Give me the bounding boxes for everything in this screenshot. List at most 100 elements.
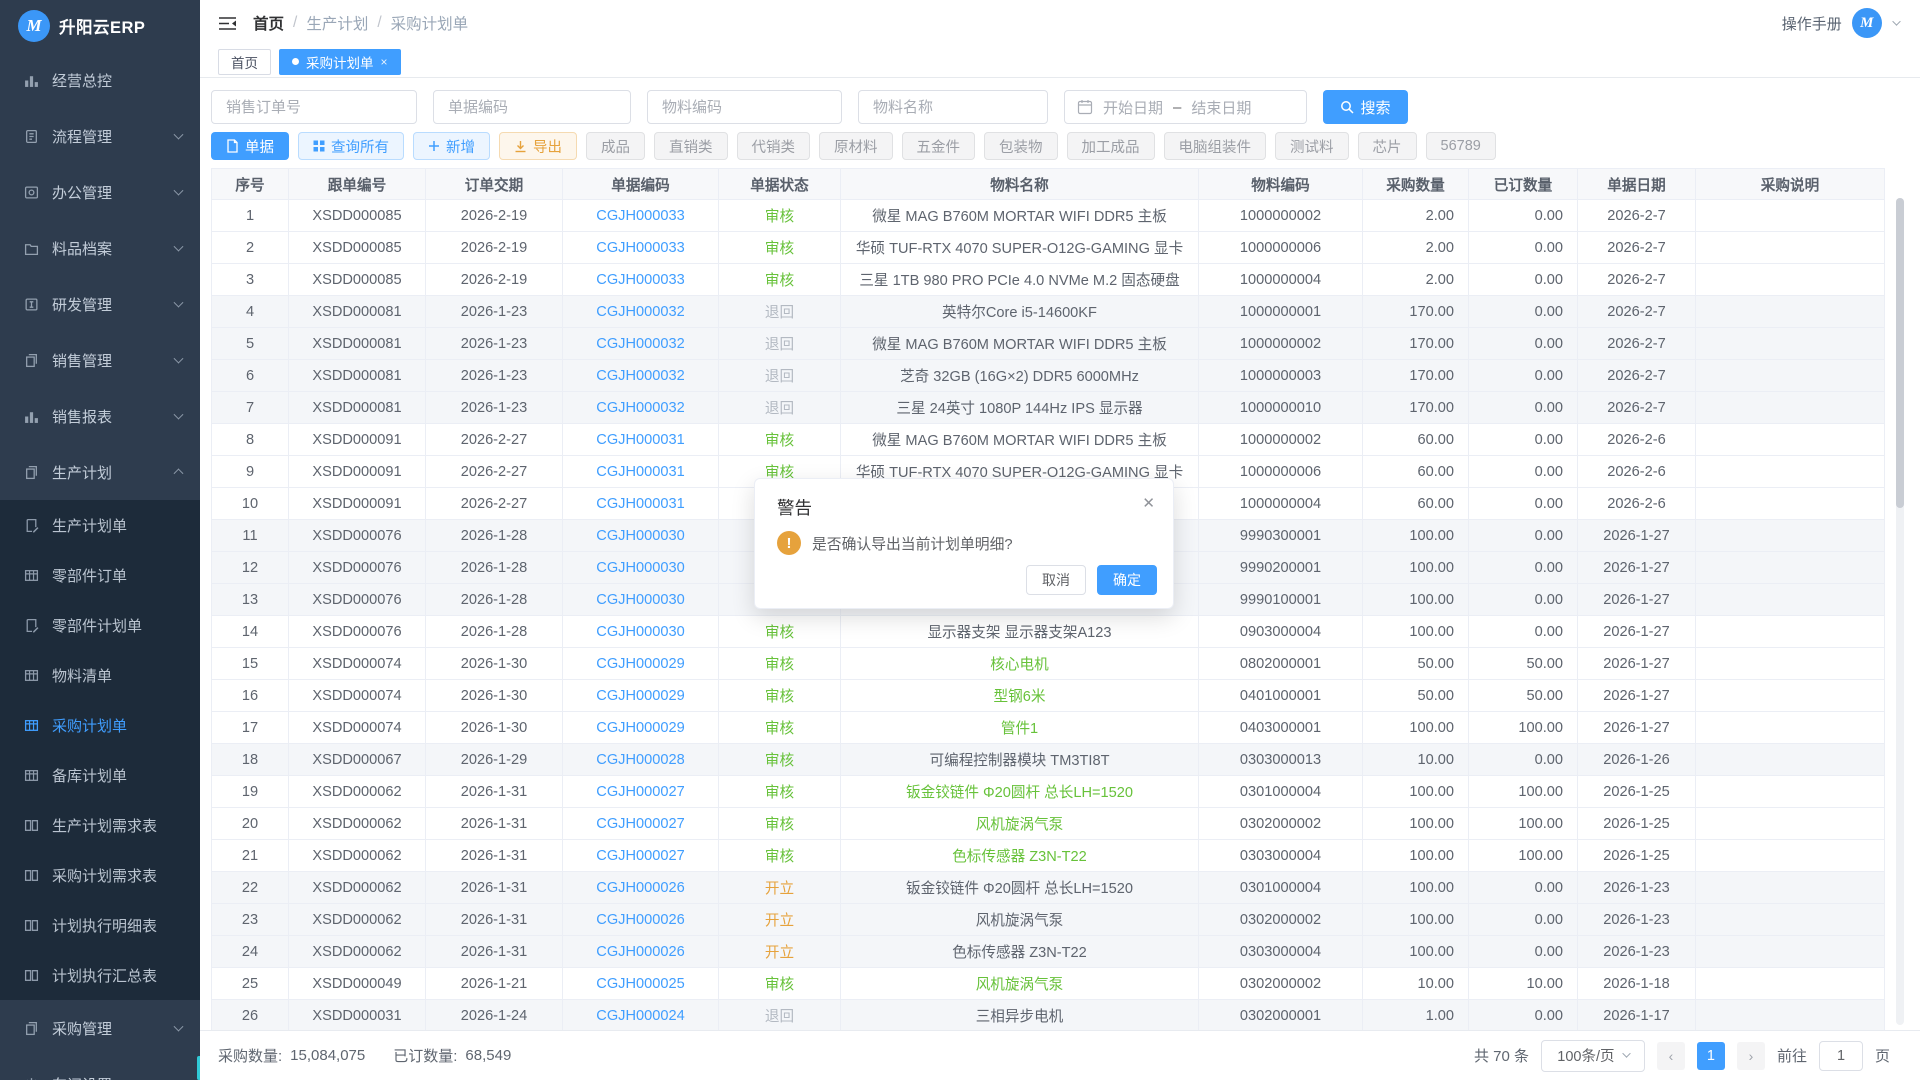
sidebar-item-plan-exec-summary[interactable]: 计划执行汇总表 (0, 950, 200, 1000)
doc-no-link[interactable]: CGJH000032 (596, 336, 684, 352)
sidebar-item-rd-mgmt[interactable]: 研发管理 (0, 276, 200, 332)
add-button[interactable]: 新增 (413, 132, 490, 160)
doc-no-link[interactable]: CGJH000029 (596, 720, 684, 736)
current-page-button[interactable]: 1 (1697, 1042, 1725, 1070)
doc-code-input[interactable] (433, 90, 631, 124)
table-row[interactable]: 4XSDD0000812026-1-23CGJH000032退回英特尔Core … (212, 295, 1884, 327)
doc-no-link[interactable]: CGJH000028 (596, 752, 684, 768)
doc-no-link[interactable]: CGJH000030 (596, 560, 684, 576)
doc-no-link[interactable]: CGJH000030 (596, 592, 684, 608)
table-row[interactable]: 16XSDD0000742026-1-30CGJH000029审核型钢6米040… (212, 679, 1884, 711)
breadcrumb-production-plan[interactable]: 生产计划 (306, 12, 368, 34)
table-row[interactable]: 17XSDD0000742026-1-30CGJH000029审核管件10403… (212, 711, 1884, 743)
category-button-原材料[interactable]: 原材料 (819, 132, 893, 160)
doc-no-link[interactable]: CGJH000031 (596, 432, 684, 448)
doc-no-link[interactable]: CGJH000032 (596, 400, 684, 416)
sidebar-item-dashboard[interactable]: 经营总控 (0, 52, 200, 108)
next-page-button[interactable]: › (1737, 1042, 1765, 1070)
table-row[interactable]: 23XSDD0000622026-1-31CGJH000026开立风机旋涡气泵0… (212, 903, 1884, 935)
page-size-select[interactable]: 100条/页 (1541, 1040, 1645, 1072)
user-avatar[interactable]: M (1852, 8, 1882, 38)
date-range-picker[interactable]: 开始日期 – 结束日期 (1064, 90, 1307, 124)
doc-no-link[interactable]: CGJH000026 (596, 880, 684, 896)
sidebar-item-sales-report[interactable]: 销售报表 (0, 388, 200, 444)
doc-no-link[interactable]: CGJH000033 (596, 208, 684, 224)
tab-close-icon[interactable]: × (381, 56, 388, 68)
doc-no-link[interactable]: CGJH000031 (596, 496, 684, 512)
sidebar-item-production-plan[interactable]: 生产计划 (0, 444, 200, 500)
category-button-五金件[interactable]: 五金件 (902, 132, 976, 160)
sidebar-item-stock-plan-order[interactable]: 备库计划单 (0, 750, 200, 800)
category-button-代销类[interactable]: 代销类 (737, 132, 811, 160)
material-code-input[interactable] (647, 90, 842, 124)
sidebar-item-parts-order[interactable]: 零部件订单 (0, 550, 200, 600)
doc-no-link[interactable]: CGJH000027 (596, 816, 684, 832)
material-name-input[interactable] (858, 90, 1048, 124)
doc-no-link[interactable]: CGJH000032 (596, 368, 684, 384)
sidebar-item-parts-plan-order[interactable]: 零部件计划单 (0, 600, 200, 650)
export-button[interactable]: 导出 (499, 132, 577, 160)
doc-no-link[interactable]: CGJH000033 (596, 272, 684, 288)
table-row[interactable]: 19XSDD0000622026-1-31CGJH000027审核钣金铰链件 Φ… (212, 775, 1884, 807)
document-button[interactable]: 单据 (211, 132, 289, 160)
table-row[interactable]: 8XSDD0000912026-2-27CGJH000031审核微星 MAG B… (212, 423, 1884, 455)
table-row[interactable]: 24XSDD0000622026-1-31CGJH000026开立色标传感器 Z… (212, 935, 1884, 967)
table-row[interactable]: 7XSDD0000812026-1-23CGJH000032退回三星 24英寸 … (212, 391, 1884, 423)
sidebar-item-workshop-settings[interactable]: 车间设置 (0, 1056, 200, 1080)
doc-no-link[interactable]: CGJH000025 (596, 976, 684, 992)
prev-page-button[interactable]: ‹ (1657, 1042, 1685, 1070)
sidebar-item-sales-mgmt[interactable]: 销售管理 (0, 332, 200, 388)
table-row[interactable]: 15XSDD0000742026-1-30CGJH000029审核核心电机080… (212, 647, 1884, 679)
doc-no-link[interactable]: CGJH000026 (596, 944, 684, 960)
breadcrumb-home[interactable]: 首页 (253, 12, 284, 34)
sidebar-item-plan-exec-detail[interactable]: 计划执行明细表 (0, 900, 200, 950)
doc-no-link[interactable]: CGJH000027 (596, 848, 684, 864)
category-button-电脑组装件[interactable]: 电脑组装件 (1164, 132, 1267, 160)
category-button-直销类[interactable]: 直销类 (654, 132, 728, 160)
cancel-button[interactable]: 取消 (1026, 565, 1086, 595)
category-button-成品[interactable]: 成品 (586, 132, 645, 160)
table-row[interactable]: 1XSDD0000852026-2-19CGJH000033审核微星 MAG B… (212, 199, 1884, 231)
sidebar-item-production-plan-order[interactable]: 生产计划单 (0, 500, 200, 550)
doc-no-link[interactable]: CGJH000029 (596, 656, 684, 672)
doc-no-link[interactable]: CGJH000029 (596, 688, 684, 704)
goto-page-input[interactable] (1819, 1041, 1863, 1071)
doc-no-link[interactable]: CGJH000033 (596, 240, 684, 256)
table-row[interactable]: 5XSDD0000812026-1-23CGJH000032退回微星 MAG B… (212, 327, 1884, 359)
sidebar-item-purchase-plan-order[interactable]: 采购计划单 (0, 700, 200, 750)
collapse-sidebar-icon[interactable] (218, 16, 237, 31)
search-button[interactable]: 搜索 (1323, 90, 1408, 124)
table-row[interactable]: 20XSDD0000622026-1-31CGJH000027审核风机旋涡气泵0… (212, 807, 1884, 839)
doc-no-link[interactable]: CGJH000030 (596, 624, 684, 640)
table-row[interactable]: 6XSDD0000812026-1-23CGJH000032退回芝奇 32GB … (212, 359, 1884, 391)
manual-link[interactable]: 操作手册 (1782, 13, 1842, 34)
sidebar-item-material-list[interactable]: 物料清单 (0, 650, 200, 700)
table-row[interactable]: 22XSDD0000622026-1-31CGJH000026开立钣金铰链件 Φ… (212, 871, 1884, 903)
sidebar-item-office-mgmt[interactable]: 办公管理 (0, 164, 200, 220)
user-menu-caret-icon[interactable] (1892, 17, 1901, 26)
table-row[interactable]: 18XSDD0000672026-1-29CGJH000028审核可编程控制器模… (212, 743, 1884, 775)
table-scrollbar-thumb[interactable] (1896, 198, 1904, 508)
tab-purchase-plan-order[interactable]: 采购计划单 × (279, 49, 401, 75)
category-button-包装物[interactable]: 包装物 (984, 132, 1058, 160)
query-all-button[interactable]: 查询所有 (298, 132, 404, 160)
sidebar-item-process-mgmt[interactable]: 流程管理 (0, 108, 200, 164)
doc-no-link[interactable]: CGJH000027 (596, 784, 684, 800)
sidebar-item-material-archive[interactable]: 料品档案 (0, 220, 200, 276)
category-button-芯片[interactable]: 芯片 (1358, 132, 1417, 160)
sales-order-input[interactable] (211, 90, 417, 124)
table-scrollbar-track[interactable] (1896, 198, 1904, 1025)
table-row[interactable]: 21XSDD0000622026-1-31CGJH000027审核色标传感器 Z… (212, 839, 1884, 871)
doc-no-link[interactable]: CGJH000031 (596, 464, 684, 480)
tab-home[interactable]: 首页 (218, 49, 271, 75)
sidebar-item-purchase-mgmt[interactable]: 采购管理 (0, 1000, 200, 1056)
doc-no-link[interactable]: CGJH000024 (596, 1008, 684, 1024)
table-row[interactable]: 14XSDD0000762026-1-28CGJH000030审核显示器支架 显… (212, 615, 1884, 647)
category-button-测试料[interactable]: 测试料 (1275, 132, 1349, 160)
category-button-56789[interactable]: 56789 (1426, 132, 1496, 160)
dialog-close-icon[interactable]: ✕ (1142, 494, 1155, 512)
sidebar-item-production-plan-demand[interactable]: 生产计划需求表 (0, 800, 200, 850)
doc-no-link[interactable]: CGJH000032 (596, 304, 684, 320)
table-row[interactable]: 26XSDD0000312026-1-24CGJH000024退回三相异步电机0… (212, 999, 1884, 1031)
table-row[interactable]: 3XSDD0000852026-2-19CGJH000033审核三星 1TB 9… (212, 263, 1884, 295)
